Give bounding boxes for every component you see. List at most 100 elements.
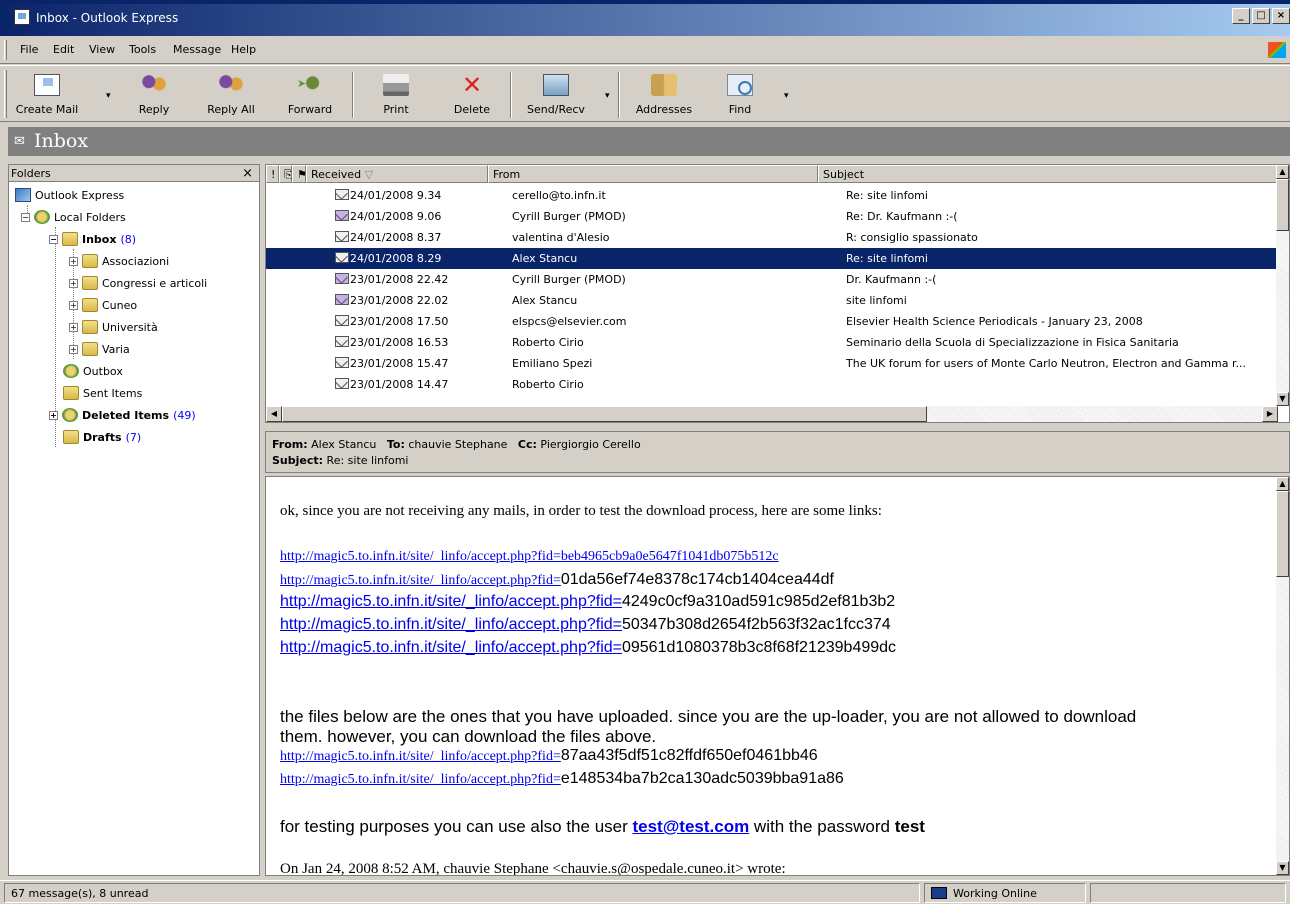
create-mail-dropdown-icon[interactable]: ▾ [106, 91, 111, 101]
link-suffix: 4249c0cf9a310ad591c985d2ef81b3b2 [621, 593, 896, 610]
trash-icon [62, 408, 78, 422]
message-row[interactable]: 23/01/2008 16.53 Roberto Cirio Seminario… [266, 332, 1278, 353]
menu-tools[interactable]: Tools [129, 43, 156, 56]
received-cell: 24/01/2008 8.29 [350, 252, 442, 265]
menu-view[interactable]: View [89, 43, 115, 56]
folder-inbox[interactable]: − Inbox (8) [49, 230, 136, 248]
received-cell: 23/01/2008 17.50 [350, 315, 449, 328]
print-button[interactable]: Print [366, 70, 426, 120]
close-button[interactable]: × [1272, 8, 1290, 24]
download-link[interactable]: http://magic5.to.infn.it/site/_linfo/acc… [280, 593, 622, 610]
folder-outbox[interactable]: Outbox [63, 362, 123, 380]
collapse-icon[interactable]: − [21, 212, 30, 222]
folder-local-folders[interactable]: − Local Folders [21, 208, 126, 226]
message-list-horizontal-scrollbar[interactable]: ◀ ▶ [266, 406, 1278, 422]
scrollbar-thumb[interactable] [1276, 491, 1289, 577]
download-link[interactable]: http://magic5.to.infn.it/site/_linfo/acc… [280, 573, 561, 588]
reply-button[interactable]: Reply [124, 70, 184, 120]
received-column-header[interactable]: Received ▽ [306, 165, 488, 183]
message-row[interactable]: 24/01/2008 9.34 cerello@to.infn.it Re: s… [266, 185, 1278, 206]
menu-message[interactable]: Message [173, 43, 221, 56]
reply-all-button[interactable]: Reply All [197, 70, 265, 120]
find-button[interactable]: Find [712, 70, 768, 120]
close-folders-icon[interactable]: × [242, 166, 253, 181]
folder-outlook-express[interactable]: Outlook Express [15, 186, 124, 204]
upload-link[interactable]: http://magic5.to.infn.it/site/_linfo/acc… [280, 772, 561, 787]
expand-icon[interactable]: + [69, 300, 78, 310]
folder-label: Drafts [83, 430, 122, 444]
message-row-selected[interactable]: 24/01/2008 8.29 Alex Stancu Re: site lin… [266, 248, 1278, 269]
folder-universita[interactable]: + Università [69, 318, 158, 336]
folder-icon [82, 342, 98, 356]
folder-cuneo[interactable]: + Cuneo [69, 296, 137, 314]
reply-label: Reply [138, 103, 170, 116]
message-row[interactable]: 23/01/2008 14.47 Roberto Cirio [266, 374, 1278, 395]
from-column-header[interactable]: From [488, 165, 818, 183]
forward-button[interactable]: Forward [276, 70, 344, 120]
flag-column-header[interactable]: ⚑ [292, 165, 307, 183]
download-link-row: http://magic5.to.infn.it/site/_linfo/acc… [280, 616, 891, 634]
status-online-label: Working Online [953, 887, 1037, 900]
create-mail-button[interactable]: Create Mail [14, 70, 80, 120]
folder-congressi[interactable]: + Congressi e articoli [69, 274, 207, 292]
folder-drafts[interactable]: Drafts (7) [63, 428, 141, 446]
expand-icon[interactable]: + [69, 322, 78, 332]
priority-column-header[interactable]: ! [266, 165, 279, 183]
subject-cell: Re: site linfomi [846, 252, 928, 265]
from-cell: cerello@to.infn.it [512, 189, 606, 202]
scroll-down-arrow-icon[interactable]: ▼ [1276, 392, 1289, 406]
test-user-link[interactable]: test@test.com [632, 817, 749, 836]
folder-varia[interactable]: + Varia [69, 340, 130, 358]
expand-icon[interactable]: + [69, 344, 78, 354]
message-row[interactable]: 24/01/2008 8.37 valentina d'Alesio R: co… [266, 227, 1278, 248]
sort-arrow-icon: ▽ [364, 168, 374, 181]
message-row[interactable]: 23/01/2008 15.47 Emiliano Spezi The UK f… [266, 353, 1278, 374]
find-dropdown-icon[interactable]: ▾ [784, 91, 789, 101]
inbox-icon: ✉ [14, 134, 25, 149]
subject-column-header[interactable]: Subject [818, 165, 1278, 183]
subject-cell: Seminario della Scuola di Specializzazio… [846, 336, 1179, 349]
message-row[interactable]: 23/01/2008 17.50 elspcs@elsevier.com Els… [266, 311, 1278, 332]
maximize-button[interactable]: □ [1252, 8, 1270, 24]
download-link[interactable]: http://magic5.to.infn.it/site/_linfo/acc… [280, 549, 779, 564]
expand-icon[interactable]: + [69, 256, 78, 266]
folder-label: Inbox [82, 232, 117, 246]
expand-icon[interactable]: + [49, 410, 58, 420]
collapse-icon[interactable]: − [49, 234, 58, 244]
folder-deleted-items[interactable]: + Deleted Items (49) [49, 406, 196, 424]
scroll-up-arrow-icon[interactable]: ▲ [1276, 477, 1289, 491]
menu-file[interactable]: File [20, 43, 38, 56]
message-body-vertical-scrollbar[interactable]: ▲ ▼ [1276, 477, 1289, 875]
scroll-down-arrow-icon[interactable]: ▼ [1276, 861, 1289, 875]
message-row[interactable]: 23/01/2008 22.42 Cyrill Burger (PMOD) Dr… [266, 269, 1278, 290]
window-controls: _ □ × [1232, 8, 1290, 24]
scroll-right-arrow-icon[interactable]: ▶ [1262, 406, 1278, 422]
message-row[interactable]: 24/01/2008 9.06 Cyrill Burger (PMOD) Re:… [266, 206, 1278, 227]
download-link[interactable]: http://magic5.to.infn.it/site/_linfo/acc… [280, 639, 622, 656]
send-recv-dropdown-icon[interactable]: ▾ [605, 91, 610, 101]
send-recv-button[interactable]: Send/Recv [518, 70, 594, 120]
attachment-column-header[interactable]: ⎘ [279, 165, 293, 183]
menu-help[interactable]: Help [231, 43, 256, 56]
folder-associazioni[interactable]: + Associazioni [69, 252, 169, 270]
download-link[interactable]: http://magic5.to.infn.it/site/_linfo/acc… [280, 616, 622, 633]
scroll-left-arrow-icon[interactable]: ◀ [266, 406, 282, 422]
minimize-button[interactable]: _ [1232, 8, 1250, 24]
message-list-vertical-scrollbar[interactable]: ▲ ▼ [1276, 165, 1289, 406]
expand-icon[interactable]: + [69, 278, 78, 288]
scrollbar-thumb[interactable] [1276, 179, 1289, 231]
upload-link[interactable]: http://magic5.to.infn.it/site/_linfo/acc… [280, 749, 561, 764]
address-book-icon [651, 74, 677, 96]
folder-label: Congressi e articoli [102, 276, 208, 290]
scroll-up-arrow-icon[interactable]: ▲ [1276, 165, 1289, 179]
folder-sent-items[interactable]: Sent Items [63, 384, 142, 402]
scrollbar-thumb[interactable] [282, 406, 927, 422]
from-cell: Cyrill Burger (PMOD) [512, 273, 626, 286]
replied-envelope-icon [335, 294, 349, 305]
drafts-icon [63, 430, 79, 444]
delete-button[interactable]: ✕ Delete [442, 70, 502, 120]
new-mail-icon [34, 74, 60, 96]
message-row[interactable]: 23/01/2008 22.02 Alex Stancu site linfom… [266, 290, 1278, 311]
addresses-button[interactable]: Addresses [626, 70, 702, 120]
menu-edit[interactable]: Edit [53, 43, 74, 56]
